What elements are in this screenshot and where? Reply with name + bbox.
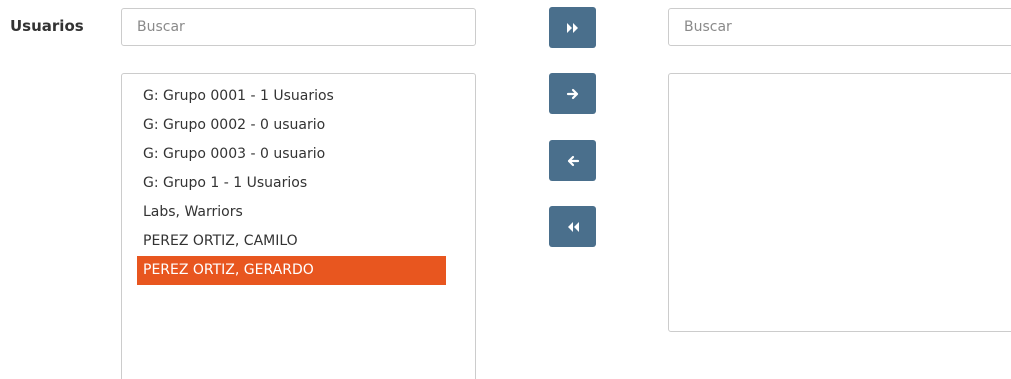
users-label: Usuarios [10, 17, 84, 35]
list-item[interactable]: Labs, Warriors [137, 198, 446, 227]
list-item[interactable]: G: Grupo 0001 - 1 Usuarios [137, 82, 446, 111]
arrow-right-icon [566, 88, 580, 100]
list-item[interactable]: PEREZ ORTIZ, CAMILO [137, 227, 446, 256]
arrow-left-icon [566, 155, 580, 167]
selected-users-list[interactable] [668, 73, 1011, 332]
double-chevron-left-icon [566, 221, 580, 233]
move-right-button[interactable] [549, 73, 596, 114]
dual-listbox-form: Usuarios G: Grupo 0001 - 1 Usuarios G: G… [0, 0, 1011, 379]
double-chevron-right-icon [566, 22, 580, 34]
move-all-right-button[interactable] [549, 7, 596, 48]
selected-search-input[interactable] [668, 8, 1011, 46]
list-item-selected[interactable]: PEREZ ORTIZ, GERARDO [137, 256, 446, 285]
available-search-input[interactable] [121, 8, 476, 46]
list-item[interactable]: G: Grupo 0002 - 0 usuario [137, 111, 446, 140]
list-item[interactable]: G: Grupo 0003 - 0 usuario [137, 140, 446, 169]
available-users-list[interactable]: G: Grupo 0001 - 1 Usuarios G: Grupo 0002… [121, 73, 476, 379]
list-item[interactable]: G: Grupo 1 - 1 Usuarios [137, 169, 446, 198]
move-left-button[interactable] [549, 140, 596, 181]
move-all-left-button[interactable] [549, 206, 596, 247]
